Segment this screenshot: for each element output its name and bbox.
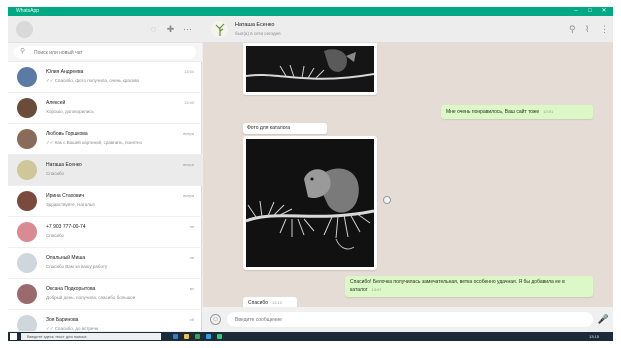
chat-time: вчера (183, 193, 194, 198)
image-message[interactable] (243, 136, 377, 270)
chat-name: Оксана Подкорытова (46, 286, 96, 292)
window-title: WhatsApp (16, 8, 40, 14)
search-box: ⚲ (14, 46, 196, 59)
chat-name: Ирина Стахович (46, 193, 85, 199)
conversation-panel: Наташа Есенко был(а) в сети сегодня ⚲ ⌇ … (203, 16, 613, 332)
chat-list-panel: ◌ ✚ ⋯ ⚲ Юлия Андреева ✓✓ Спасибо, фото п… (8, 16, 202, 332)
menu-icon[interactable]: ⋮ (600, 24, 609, 35)
chat-time: сб (189, 317, 194, 322)
whatsapp-window: WhatsApp – □ ✕ ◌ ✚ ⋯ ⚲ Юлия Андреева ✓✓ … (8, 7, 613, 341)
taskbar-clock: 13:15 (588, 334, 599, 339)
chat-list-item[interactable]: +7 903 777-00-74 Спасибо пн (8, 217, 202, 248)
chat-preview: Здравствуйте, Наталья (46, 202, 95, 207)
squirrel-photo (245, 46, 375, 92)
chat-preview: Хорошо, договорились (46, 109, 94, 114)
chat-preview: Спасибо Вам за вашу работу (46, 264, 108, 269)
taskbar-app-icon[interactable] (173, 334, 178, 339)
chat-list-item[interactable]: Ирина Стахович Здравствуйте, Наталья вче… (8, 186, 202, 217)
message-time: 13:07 (371, 287, 382, 292)
search-icon: ⚲ (20, 48, 26, 55)
menu-icon[interactable]: ⋯ (182, 24, 193, 35)
chat-list-item-active[interactable]: Наташа Есенко Спасибо вчера (8, 155, 202, 186)
search-icon[interactable]: ⚲ (569, 24, 576, 35)
avatar (17, 98, 37, 118)
attach-icon[interactable]: ⌇ (585, 24, 589, 35)
chat-list-item[interactable]: Любовь Горшкова ✓✓ Как с Вашей картиной,… (8, 124, 202, 155)
outgoing-message[interactable]: Спасибо! Белочка получилась замечательна… (345, 276, 593, 297)
chat-list-item[interactable]: Алексей Хорошо, договорились 13:40 (8, 93, 202, 124)
chat-preview: ✓✓ Спасибо, фото получила, очень красиво (46, 78, 140, 83)
emoji-icon[interactable]: ☺ (210, 314, 221, 325)
windows-start-icon[interactable] (10, 333, 17, 340)
message-text: Спасибо (248, 300, 269, 306)
avatar (17, 222, 37, 242)
message-input[interactable] (235, 314, 575, 325)
minimize-icon[interactable]: – (569, 7, 583, 16)
taskbar-app-icon[interactable] (195, 334, 200, 339)
contact-status: был(а) в сети сегодня (235, 31, 281, 36)
chat-list-item[interactable]: Оксана Подкорытова Добрый день, получила… (8, 279, 202, 310)
chat-list-item[interactable]: Юлия Андреева ✓✓ Спасибо, фото получила,… (8, 62, 202, 93)
chat-name: Юлия Андреева (46, 69, 84, 75)
chat-time: 13:40 (183, 100, 194, 105)
contact-avatar[interactable] (211, 21, 228, 38)
conversation-header: Наташа Есенко был(а) в сети сегодня ⚲ ⌇ … (203, 16, 613, 43)
contact-name: Наташа Есенко (235, 22, 275, 28)
image-message[interactable] (243, 43, 377, 95)
chat-list-item[interactable]: Опальный Миша Спасибо Вам за вашу работу… (8, 248, 202, 279)
chat-time: вчера (183, 131, 194, 136)
chat-preview: ✓✓ Как с Вашей картиной, сравнить, понят… (46, 140, 143, 145)
chat-name: Наташа Есенко (46, 162, 82, 168)
my-avatar[interactable] (16, 21, 33, 38)
forward-icon[interactable] (383, 196, 391, 204)
taskbar-app-icon[interactable] (184, 334, 189, 339)
file-caption-chip[interactable]: Фото для каталога (243, 123, 327, 134)
new-chat-icon[interactable]: ✚ (165, 24, 176, 35)
chat-preview: Добрый день, получила, спасибо большое (46, 295, 136, 300)
search-input[interactable] (34, 47, 184, 58)
message-time: 13:01 (543, 109, 554, 114)
maximize-icon[interactable]: □ (583, 7, 597, 16)
close-icon[interactable]: ✕ (597, 7, 611, 16)
microphone-icon[interactable]: 🎤 (598, 314, 609, 325)
avatar (17, 67, 37, 87)
chat-time: пн (189, 255, 194, 260)
avatar (17, 160, 37, 180)
title-bar: WhatsApp – □ ✕ (8, 7, 613, 16)
chat-name: +7 903 777-00-74 (46, 224, 86, 230)
message-text: Мне очень понравилось, Ваш сайт тоже (446, 109, 540, 115)
chat-time: 13:54 (183, 69, 194, 74)
chat-name: Алексей (46, 100, 66, 106)
taskbar-search[interactable]: Введите здесь текст для поиска (21, 333, 161, 340)
outgoing-message[interactable]: Мне очень понравилось, Ваш сайт тоже 13:0… (441, 105, 593, 119)
chat-preview: Спасибо (46, 171, 65, 176)
avatar (17, 284, 37, 304)
chat-name: Любовь Горшкова (46, 131, 88, 137)
chat-name: Зоя Баринова (46, 317, 79, 323)
squirrel-photo (245, 139, 375, 267)
chat-preview: Спасибо (46, 233, 65, 238)
taskbar-whatsapp-icon[interactable] (217, 334, 222, 339)
message-time: 13:12 (272, 300, 283, 305)
os-taskbar: Введите здесь текст для поиска 13:15 (8, 332, 613, 341)
chat-list-item[interactable]: Зоя Баринова ✓✓ Спасибо, до встречи сб (8, 310, 202, 332)
avatar (17, 191, 37, 211)
chat-time: вс (189, 286, 194, 291)
taskbar-app-icon[interactable] (206, 334, 211, 339)
search-bar: ⚲ (8, 43, 202, 62)
status-icon[interactable]: ◌ (148, 24, 159, 35)
message-text: Спасибо! Белочка получилась замечательна… (350, 279, 565, 293)
message-box (227, 312, 593, 327)
sidebar-header: ◌ ✚ ⋯ (8, 16, 202, 43)
caption-text: Фото для каталога (247, 125, 291, 131)
chat-time: пн (189, 224, 194, 229)
chat-name: Опальный Миша (46, 255, 86, 261)
avatar (17, 253, 37, 273)
avatar (17, 129, 37, 149)
composer: ☺ 🎤 (203, 307, 613, 332)
chat-time: вчера (183, 162, 194, 167)
avatar (17, 315, 37, 331)
